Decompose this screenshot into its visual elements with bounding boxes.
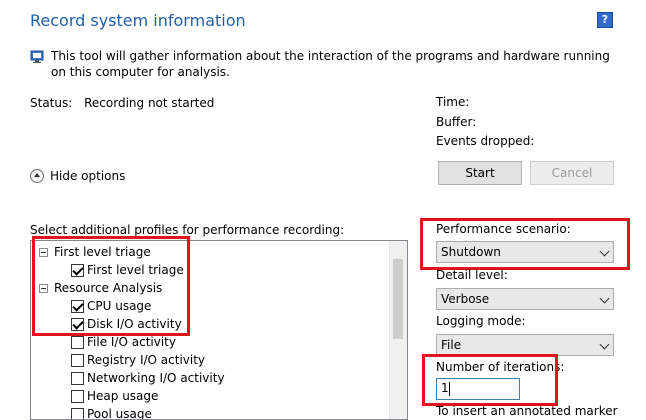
checkbox[interactable] (71, 336, 84, 349)
checkbox[interactable] (71, 300, 84, 313)
profiles-label: Select additional profiles for performan… (30, 223, 344, 237)
iterations-value: 1 (441, 381, 449, 395)
tree-check-row[interactable]: Pool usage (71, 405, 152, 420)
intro-text: This tool will gather information about … (51, 48, 611, 80)
tree-group-label: First level triage (54, 243, 151, 261)
tree-item-label: Pool usage (87, 405, 152, 420)
performance-scenario-label: Performance scenario: (436, 222, 571, 236)
tree-check-row[interactable]: Heap usage (71, 387, 158, 405)
selected-value: Verbose (441, 292, 489, 306)
tree-item-label: CPU usage (87, 297, 151, 315)
chevron-up-icon (30, 169, 44, 183)
tree-group-row[interactable]: Resource Analysis (39, 279, 162, 297)
tree-item-label: Networking I/O activity (87, 369, 225, 387)
tree-item-label: Registry I/O activity (87, 351, 205, 369)
tree-check-row[interactable]: Disk I/O activity (71, 315, 182, 333)
detail-level-select[interactable]: Verbose (436, 288, 614, 310)
hide-options-label: Hide options (50, 169, 125, 183)
events-dropped-label: Events dropped: (436, 134, 534, 148)
tree-item-label: File I/O activity (87, 333, 176, 351)
time-label: Time: (436, 95, 469, 109)
checkbox[interactable] (71, 354, 84, 367)
tree-check-row[interactable]: Registry I/O activity (71, 351, 205, 369)
collapse-icon[interactable] (39, 248, 48, 257)
checkbox[interactable] (71, 372, 84, 385)
performance-scenario-select[interactable]: Shutdown (436, 241, 614, 263)
tree-check-row[interactable]: First level triage (71, 261, 184, 279)
checkbox[interactable] (71, 318, 84, 331)
computer-info-icon (30, 50, 44, 64)
chevron-down-icon (600, 247, 610, 257)
chevron-down-icon (600, 294, 610, 304)
collapse-icon[interactable] (39, 284, 48, 293)
selected-value: Shutdown (441, 245, 501, 259)
tree-item-label: Heap usage (87, 387, 158, 405)
detail-level-label: Detail level: (436, 268, 508, 282)
logging-mode-label: Logging mode: (436, 314, 526, 328)
tree-group-label: Resource Analysis (54, 279, 162, 297)
start-button[interactable]: Start (438, 161, 522, 185)
iterations-input[interactable]: 1 (436, 378, 520, 400)
marker-hint: To insert an annotated marker (436, 404, 618, 418)
checkbox[interactable] (71, 264, 84, 277)
tree-group-row[interactable]: First level triage (39, 243, 151, 261)
logging-mode-select[interactable]: File (436, 334, 614, 356)
hide-options-toggle[interactable]: Hide options (30, 169, 125, 183)
status-value: Recording not started (84, 96, 214, 110)
status-line: Status: Recording not started (30, 96, 214, 110)
status-label: Status: (30, 96, 72, 110)
scrollbar-thumb[interactable] (393, 259, 403, 339)
window-title: Record system information (30, 11, 246, 30)
tree-check-row[interactable]: File I/O activity (71, 333, 176, 351)
selected-value: File (441, 338, 461, 352)
chevron-down-icon (600, 340, 610, 350)
tree-item-label: Disk I/O activity (87, 315, 182, 333)
text-caret (449, 382, 450, 396)
checkbox[interactable] (71, 390, 84, 403)
help-icon[interactable]: ? (597, 12, 613, 28)
cancel-button[interactable]: Cancel (530, 161, 614, 185)
buffer-label: Buffer: (436, 115, 476, 129)
profiles-tree[interactable]: First level triage First level triage Re… (30, 240, 408, 420)
tree-scrollbar[interactable] (389, 241, 407, 419)
tree-check-row[interactable]: Networking I/O activity (71, 369, 225, 387)
tree-item-label: First level triage (87, 261, 184, 279)
iterations-label: Number of iterations: (436, 360, 564, 374)
tree-check-row[interactable]: CPU usage (71, 297, 151, 315)
